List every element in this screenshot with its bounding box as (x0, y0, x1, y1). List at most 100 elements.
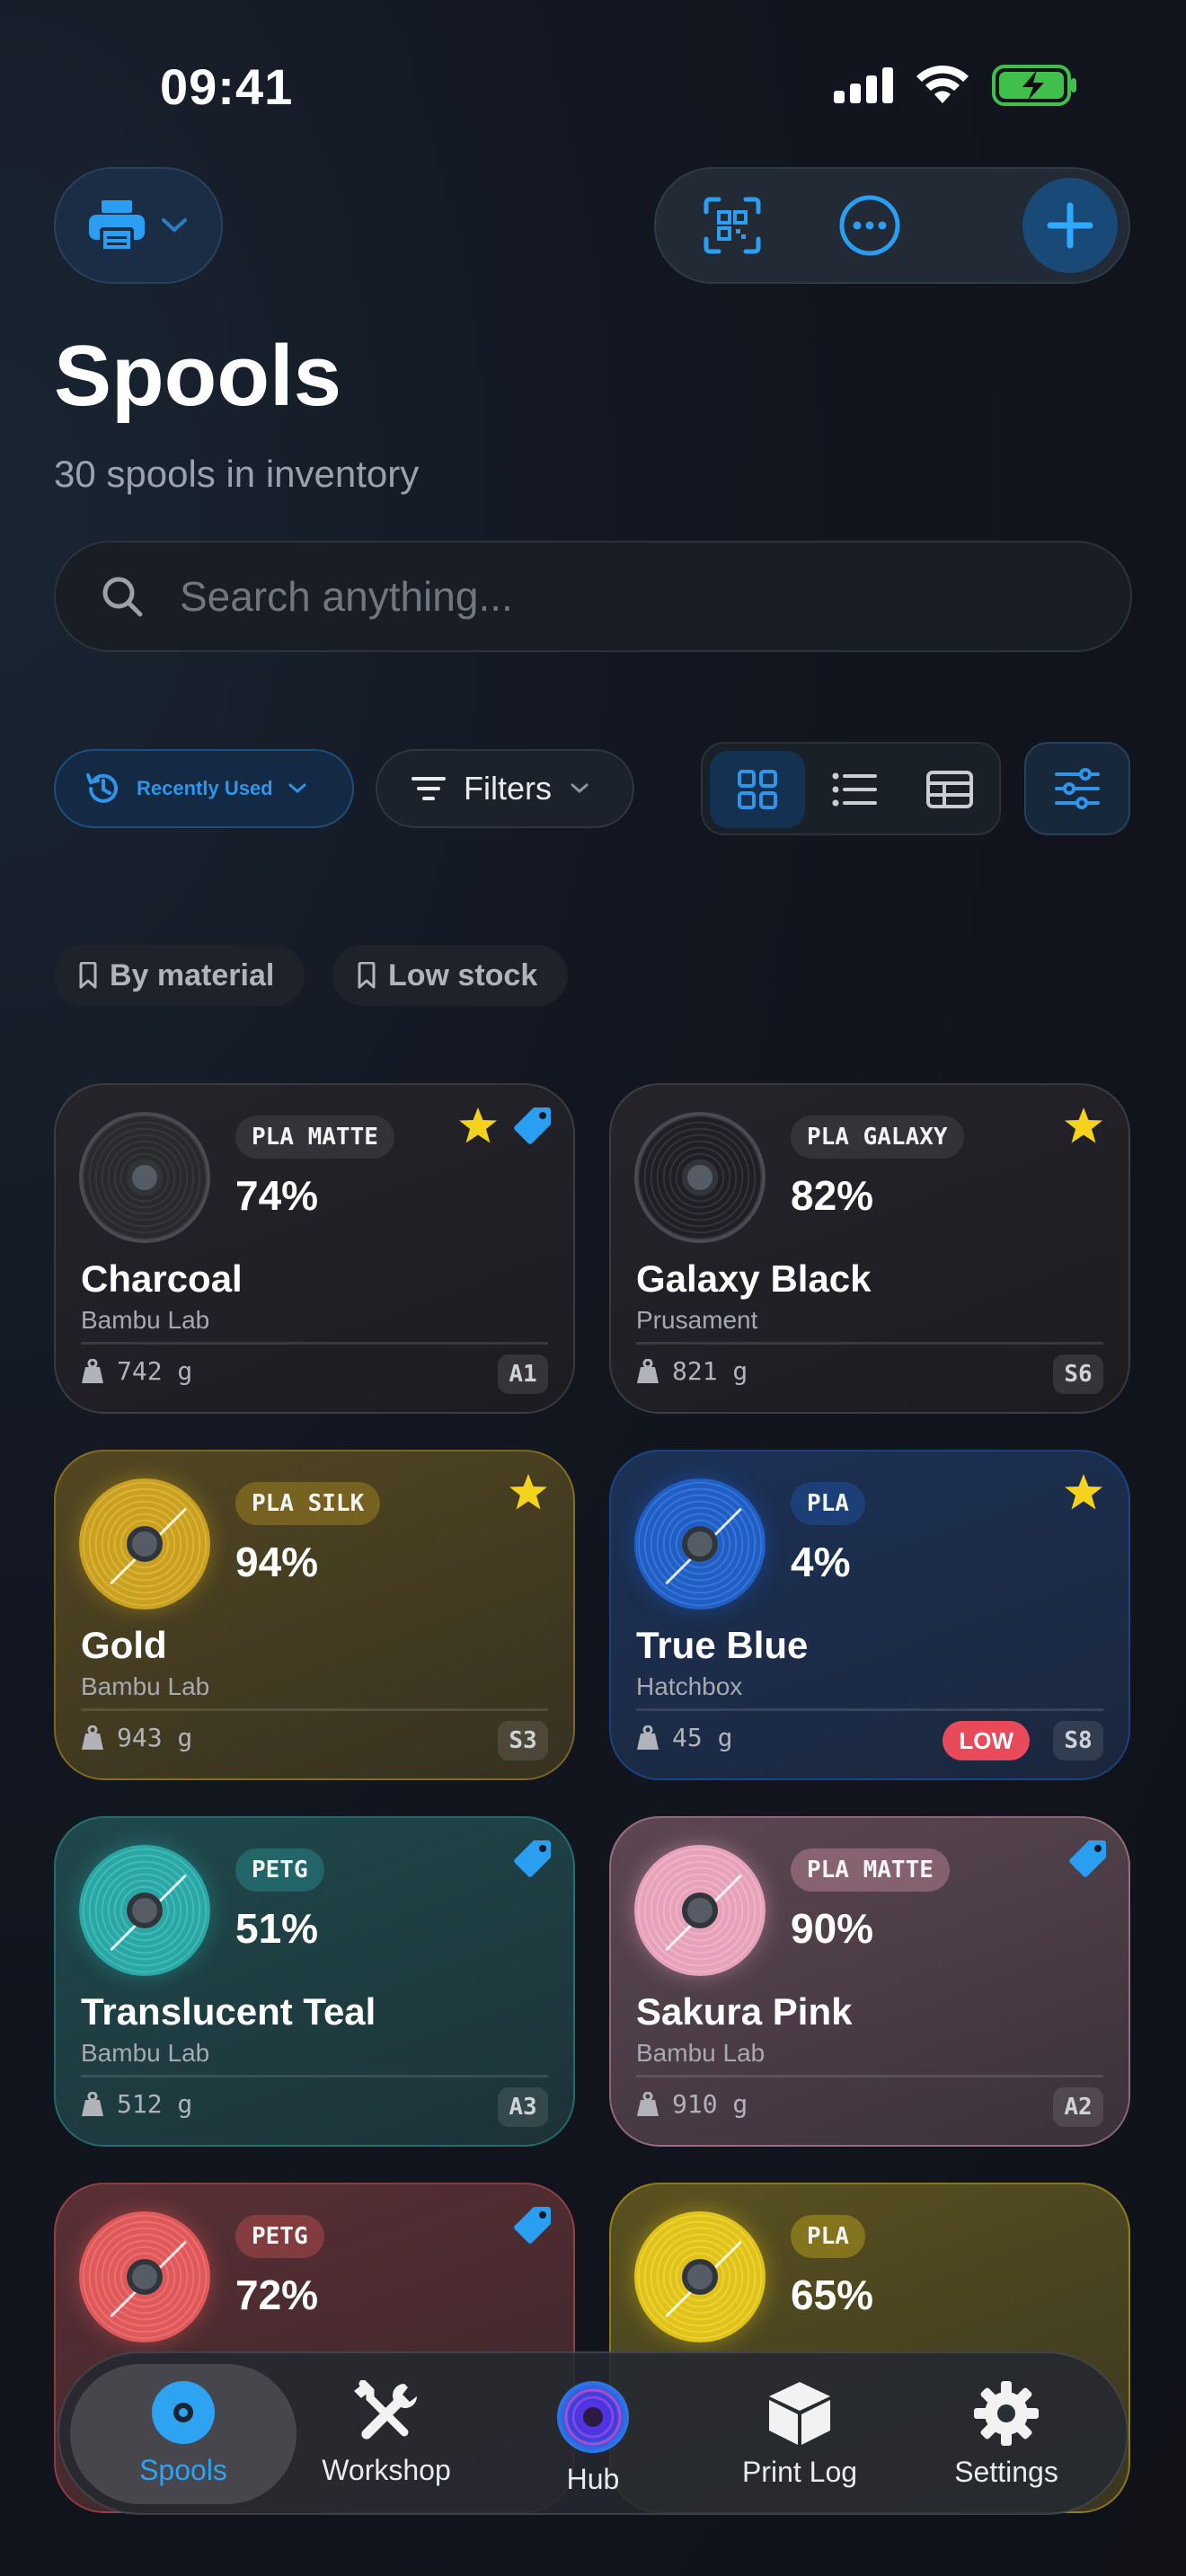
spool-weight: 45 g (636, 1723, 732, 1752)
material-badge: PLA MATTE (791, 1848, 950, 1892)
material-badge: PETG (235, 1848, 324, 1892)
spool-weight: 821 g (636, 1356, 748, 1386)
weight-value: 910 g (672, 2089, 748, 2119)
sort-recently-used[interactable]: Recently Used (54, 749, 354, 828)
spool-card[interactable]: PETG 51% Translucent Teal Bambu Lab 512 g A3 (54, 1816, 575, 2147)
material-badge: PLA GALAXY (791, 1116, 964, 1159)
page-title: Spools (54, 328, 342, 424)
weight-icon (82, 1725, 103, 1750)
spool-visual (79, 1845, 210, 1976)
wifi-icon (916, 66, 969, 103)
gear-icon (974, 2381, 1039, 2446)
list-view-button[interactable] (807, 751, 902, 828)
favorite-star-icon (1064, 1107, 1103, 1149)
material-badge: PLA SILK (235, 1482, 381, 1525)
remaining-percent: 51% (235, 1905, 319, 1952)
bookmark-icon (358, 962, 376, 989)
tab-spools[interactable]: Spools (84, 2380, 282, 2487)
tab-label: Workshop (322, 2454, 451, 2486)
favorite-star-icon (1064, 1473, 1103, 1515)
tab-workshop[interactable]: Workshop (288, 2380, 485, 2487)
weight-icon (82, 2091, 103, 2116)
remaining-percent: 90% (791, 1905, 874, 1952)
weight-icon (82, 1358, 103, 1383)
card-divider (636, 2075, 1103, 2078)
plus-icon (1047, 202, 1093, 249)
spool-card[interactable]: PLA MATTE 90% Sakura Pink Bambu Lab 910 g A2 (609, 1816, 1130, 2147)
more-options-button[interactable] (811, 169, 928, 282)
saved-filter-label: Low stock (388, 957, 538, 992)
tab-label: Hub (566, 2463, 620, 2495)
spool-brand: Bambu Lab (636, 2039, 766, 2067)
spool-weight: 943 g (81, 1723, 192, 1752)
status-icons (834, 65, 1078, 106)
hub-orb-icon (557, 2381, 629, 2453)
material-badge: PLA MATTE (235, 1116, 394, 1159)
spool-brand: Bambu Lab (81, 1672, 210, 1700)
spool-visual (634, 1112, 766, 1243)
spool-name: Gold (81, 1624, 167, 1666)
spool-hub (682, 1526, 718, 1562)
remaining-percent: 4% (791, 1539, 851, 1585)
printer-icon (89, 200, 145, 251)
location-badge: A1 (498, 1354, 548, 1394)
spool-name: Galaxy Black (636, 1257, 872, 1300)
spool-card[interactable]: PLA 4% True Blue Hatchbox 45 g S8 LOW (609, 1450, 1130, 1780)
spool-card[interactable]: PLA MATTE 74% Charcoal Bambu Lab 742 g A1 (54, 1083, 575, 1414)
spool-hub (127, 2259, 163, 2295)
spool-visual (634, 1845, 766, 1976)
tab-label: Spools (139, 2454, 227, 2486)
spool-hub (127, 1160, 163, 1195)
spool-card[interactable]: PLA GALAXY 82% Galaxy Black Prusament 821 g S… (609, 1083, 1130, 1414)
saved-filter-low-stock[interactable]: Low stock (332, 945, 569, 1006)
spool-visual (634, 1478, 766, 1610)
low-stock-badge: LOW (943, 1721, 1030, 1760)
filter-lines-icon (412, 777, 446, 800)
spool-card[interactable]: PLA SILK 94% Gold Bambu Lab 943 g S3 (54, 1450, 575, 1780)
remaining-percent: 94% (235, 1539, 319, 1585)
spool-name: Sakura Pink (636, 1990, 853, 2033)
saved-filter-by-material[interactable]: By material (54, 945, 305, 1006)
weight-value: 821 g (672, 1356, 748, 1386)
location-badge: S6 (1053, 1354, 1103, 1394)
remaining-percent: 65% (791, 2272, 874, 2318)
add-spool-button[interactable] (1022, 178, 1118, 273)
tab-print-log[interactable]: Print Log (701, 2380, 898, 2489)
printer-selector[interactable] (54, 167, 223, 284)
spool-weight: 742 g (81, 1356, 192, 1386)
sort-label: Recently Used (137, 777, 273, 799)
spool-visual (634, 2211, 766, 2342)
spool-name: True Blue (636, 1624, 809, 1666)
sliders-icon (1055, 768, 1100, 809)
action-group (654, 167, 1130, 284)
spool-hub (127, 1526, 163, 1562)
location-badge: S3 (498, 1721, 548, 1760)
filters-label: Filters (464, 770, 552, 807)
ellipsis-circle-icon (839, 195, 900, 256)
card-divider (636, 1342, 1103, 1345)
spool-hub (127, 1892, 163, 1928)
material-badge: PLA (791, 2215, 865, 2258)
tab-label: Print Log (741, 2456, 858, 2488)
grid-view-button[interactable] (710, 751, 805, 828)
filters-button[interactable]: Filters (376, 749, 634, 828)
scan-qr-button[interactable] (674, 169, 791, 282)
view-mode-toggle (701, 742, 1001, 835)
spool-hub (682, 1892, 718, 1928)
chevron-down-icon (162, 218, 187, 233)
weight-value: 742 g (117, 1356, 193, 1386)
weight-icon (637, 2091, 659, 2116)
location-badge: S8 (1053, 1721, 1103, 1760)
card-divider (81, 1342, 548, 1345)
search-placeholder: Search anything... (180, 573, 513, 620)
remaining-percent: 72% (235, 2272, 319, 2318)
display-settings-button[interactable] (1024, 742, 1130, 835)
spool-name: Translucent Teal (81, 1990, 376, 2033)
tab-hub[interactable]: Hub (494, 2380, 692, 2496)
nfc-tag-icon (512, 2204, 553, 2250)
search-input[interactable]: Search anything... (54, 541, 1132, 652)
status-time: 09:41 (160, 58, 294, 115)
table-view-button[interactable] (902, 751, 997, 828)
tab-bar: Spools Workshop Hub Print Log Settings (58, 2351, 1128, 2515)
tab-settings[interactable]: Settings (907, 2380, 1105, 2489)
